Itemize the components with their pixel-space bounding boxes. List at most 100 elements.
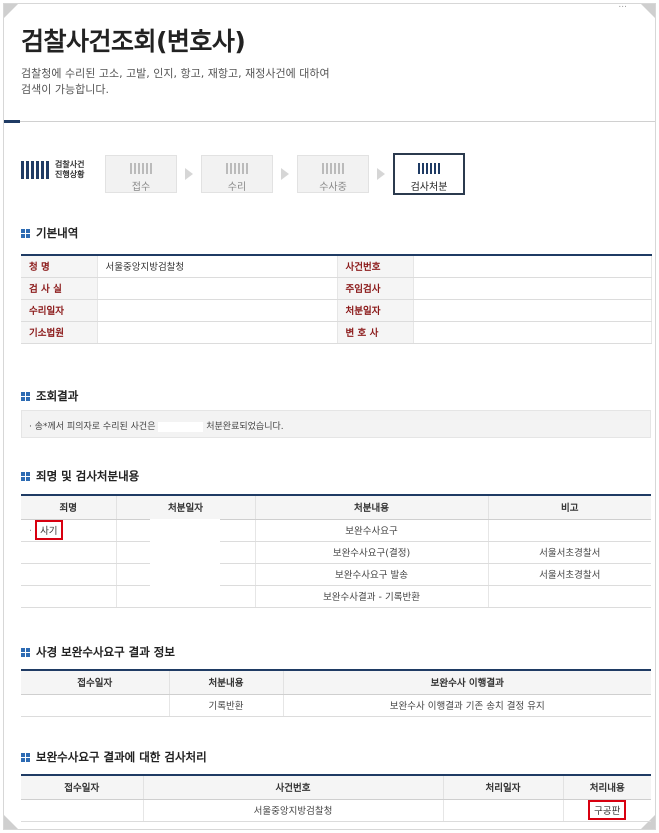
barcode-icon: [21, 161, 49, 179]
grid-bullet-icon: [21, 471, 30, 481]
content-cell: 보완수사요구: [255, 519, 489, 542]
grid-bullet-icon: [21, 647, 30, 657]
column-header: 접수일자: [21, 775, 144, 800]
barcode-icon: [202, 163, 272, 174]
column-header: 처분내용: [255, 495, 489, 520]
crime-cell: [21, 541, 117, 564]
result-cell: 보완수사 이행결과 기존 송치 결정 유지: [283, 694, 651, 717]
table-row: 수리일자 처분일자: [21, 299, 652, 322]
table-row: 보완수사요구(결정) 서울서초경찰서: [21, 541, 651, 564]
column-header: 접수일자: [21, 670, 170, 695]
label-disposition-date: 처분일자: [337, 299, 414, 322]
title-divider: [4, 121, 655, 122]
result-suffix: 처분완료되었습니다.: [206, 422, 284, 432]
crime-cell: [21, 563, 117, 586]
corner-decoration: [4, 815, 18, 829]
label-court: 기소법원: [21, 321, 98, 344]
section-heading-result: 조회결과: [21, 388, 78, 404]
content-cell: 보완수사결과 - 기록반환: [255, 585, 489, 608]
value-lawyer: [413, 321, 652, 344]
content-cell: 구공판: [563, 799, 651, 822]
table-row: 서울중앙지방검찰청 구공판: [21, 799, 651, 822]
value-lead-prosecutor: [413, 277, 652, 300]
progress-step-disposition: 검사처분: [393, 153, 465, 195]
table-row: 청 명 서울중앙지방검찰청 사건번호: [21, 255, 652, 278]
basic-info-table: 청 명 서울중앙지방검찰청 사건번호 검 사 실 주임검사 수리일자 처분일자 …: [21, 254, 652, 344]
section-heading-basic: 기본내역: [21, 225, 78, 241]
process-date-cell: [443, 799, 564, 822]
table-row: 검 사 실 주임검사: [21, 277, 652, 300]
corner-decoration: [641, 4, 655, 18]
label-lead-prosecutor: 주임검사: [337, 277, 414, 300]
note-cell: 서울서초경찰서: [488, 541, 651, 564]
grid-bullet-icon: [21, 391, 30, 401]
arrow-right-icon: [185, 168, 193, 180]
masked-case-number: [158, 421, 204, 432]
step-label: 수사중: [319, 182, 347, 193]
step-label: 접수: [131, 182, 151, 193]
crime-cell: [21, 585, 117, 608]
date-cell: [21, 694, 170, 717]
table-header-row: 죄명 처분일자 처분내용 비고: [21, 495, 651, 520]
column-header: 처리일자: [443, 775, 564, 800]
value-disposition-date: [413, 299, 652, 322]
content-cell: 보완수사요구(결정): [255, 541, 489, 564]
progress-step-investigating: 수사중: [297, 155, 369, 193]
value-case-number: [413, 255, 652, 278]
value-prosecutor-office: [97, 277, 338, 300]
result-message: · 송*께서 피의자로 수리된 사건은 처분완료되었습니다.: [21, 410, 651, 438]
case-number-cell: 서울중앙지방검찰청: [143, 799, 444, 822]
progress-label-line1: 검찰사건: [55, 160, 85, 169]
breadcrumb[interactable]: ...: [618, 4, 627, 10]
page-frame: ... 검찰사건조회(변호사) 검찰청에 수리된 고소, 고발, 인지, 항고,…: [3, 3, 656, 830]
table-row: 기소법원 변 호 사: [21, 321, 652, 344]
date-cell: [21, 799, 144, 822]
barcode-icon: [298, 163, 368, 174]
page-title: 검찰사건조회(변호사): [21, 27, 246, 56]
label-case-number: 사건번호: [337, 255, 414, 278]
step-label: 수리: [227, 182, 247, 193]
masked-date-area: [150, 519, 220, 589]
note-cell: [488, 519, 651, 542]
column-header: 보완수사 이행결과: [283, 670, 651, 695]
value-accept-date: [97, 299, 338, 322]
column-header: 처리내용: [563, 775, 651, 800]
section-heading-crime: 죄명 및 검사처분내용: [21, 468, 139, 484]
content-cell: 기록반환: [169, 694, 284, 717]
crime-cell: · 사기: [21, 519, 117, 542]
barcode-icon: [106, 163, 176, 174]
column-header: 비고: [488, 495, 651, 520]
progress-label: 검찰사건 진행상황: [21, 160, 84, 180]
case-progress: 검찰사건 진행상황 접수 수리 수사중 검사처분: [4, 152, 655, 198]
table-row: 보완수사결과 - 기록반환: [21, 585, 651, 608]
result-prefix: 송*께서 피의자로 수리된 사건은: [34, 422, 156, 432]
note-cell: [488, 585, 651, 608]
prosecutor-processing-table: 접수일자 사건번호 처리일자 처리내용 서울중앙지방검찰청 구공판: [21, 774, 651, 822]
arrow-right-icon: [377, 168, 385, 180]
label-accept-date: 수리일자: [21, 299, 98, 322]
arrow-right-icon: [281, 168, 289, 180]
section-heading-supplementary: 사경 보완수사요구 결과 정보: [21, 644, 175, 660]
progress-label-line2: 진행상황: [55, 170, 85, 179]
grid-bullet-icon: [21, 752, 30, 762]
table-row: 보완수사요구 발송 서울서초경찰서: [21, 563, 651, 586]
highlighted-disposition: 구공판: [588, 800, 627, 820]
note-cell: 서울서초경찰서: [488, 563, 651, 586]
progress-step-accepted: 수리: [201, 155, 273, 193]
table-row: · 사기 보완수사요구: [21, 519, 651, 542]
column-header: 사건번호: [143, 775, 444, 800]
content-cell: 보완수사요구 발송: [255, 563, 489, 586]
table-header-row: 접수일자 처분내용 보완수사 이행결과: [21, 670, 651, 695]
bullet-dot-icon: ·: [29, 422, 32, 432]
table-header-row: 접수일자 사건번호 처리일자 처리내용: [21, 775, 651, 800]
column-header: 처분일자: [116, 495, 256, 520]
value-court: [97, 321, 338, 344]
progress-step-received: 접수: [105, 155, 177, 193]
grid-bullet-icon: [21, 228, 30, 238]
label-lawyer: 변 호 사: [337, 321, 414, 344]
column-header: 죄명: [21, 495, 117, 520]
supplementary-result-table: 접수일자 처분내용 보완수사 이행결과 기록반환 보완수사 이행결과 기존 송치…: [21, 669, 651, 717]
crime-disposition-table: 죄명 처분일자 처분내용 비고 · 사기 보완수사요구 보완수사요구(결정) 서…: [21, 494, 651, 608]
section-heading-processing: 보완수사요구 결과에 대한 검사처리: [21, 749, 207, 765]
corner-decoration: [4, 4, 18, 18]
